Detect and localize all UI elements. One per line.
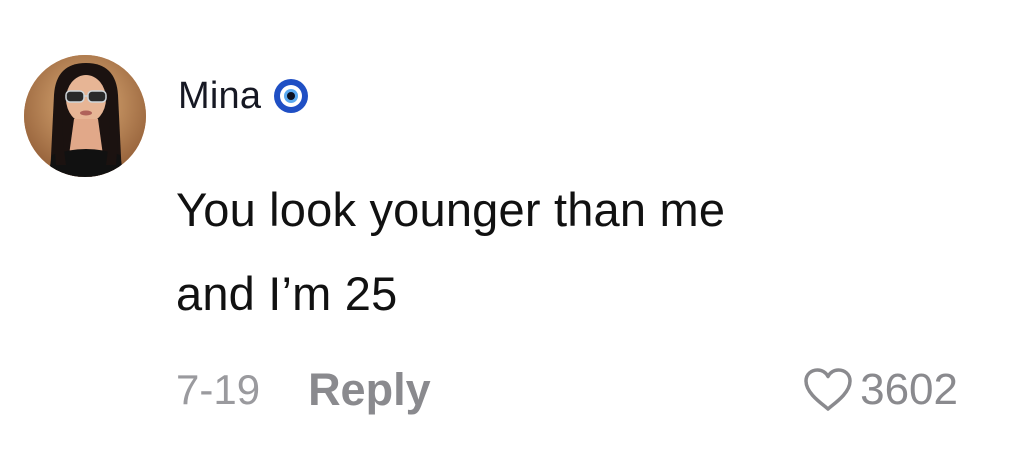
comment-meta-row: 7-19 Reply: [176, 362, 431, 418]
like-count: 3602: [860, 365, 958, 414]
avatar[interactable]: [24, 55, 146, 177]
heart-outline-icon: [802, 367, 854, 413]
like-button[interactable]: 3602: [802, 362, 958, 418]
comment-item: Mina You look younger than me and I’m 25…: [0, 0, 1024, 474]
username-row: Mina: [178, 72, 309, 120]
comment-text-line-2: and I’m 25: [176, 267, 398, 320]
evil-eye-emoji-icon: [273, 78, 309, 114]
comment-date: 7-19: [176, 366, 261, 413]
username[interactable]: Mina: [178, 75, 261, 118]
comment-text-line-1: You look younger than me: [176, 183, 726, 236]
reply-button[interactable]: Reply: [308, 364, 431, 416]
comment-text: You look younger than me and I’m 25: [176, 168, 936, 336]
